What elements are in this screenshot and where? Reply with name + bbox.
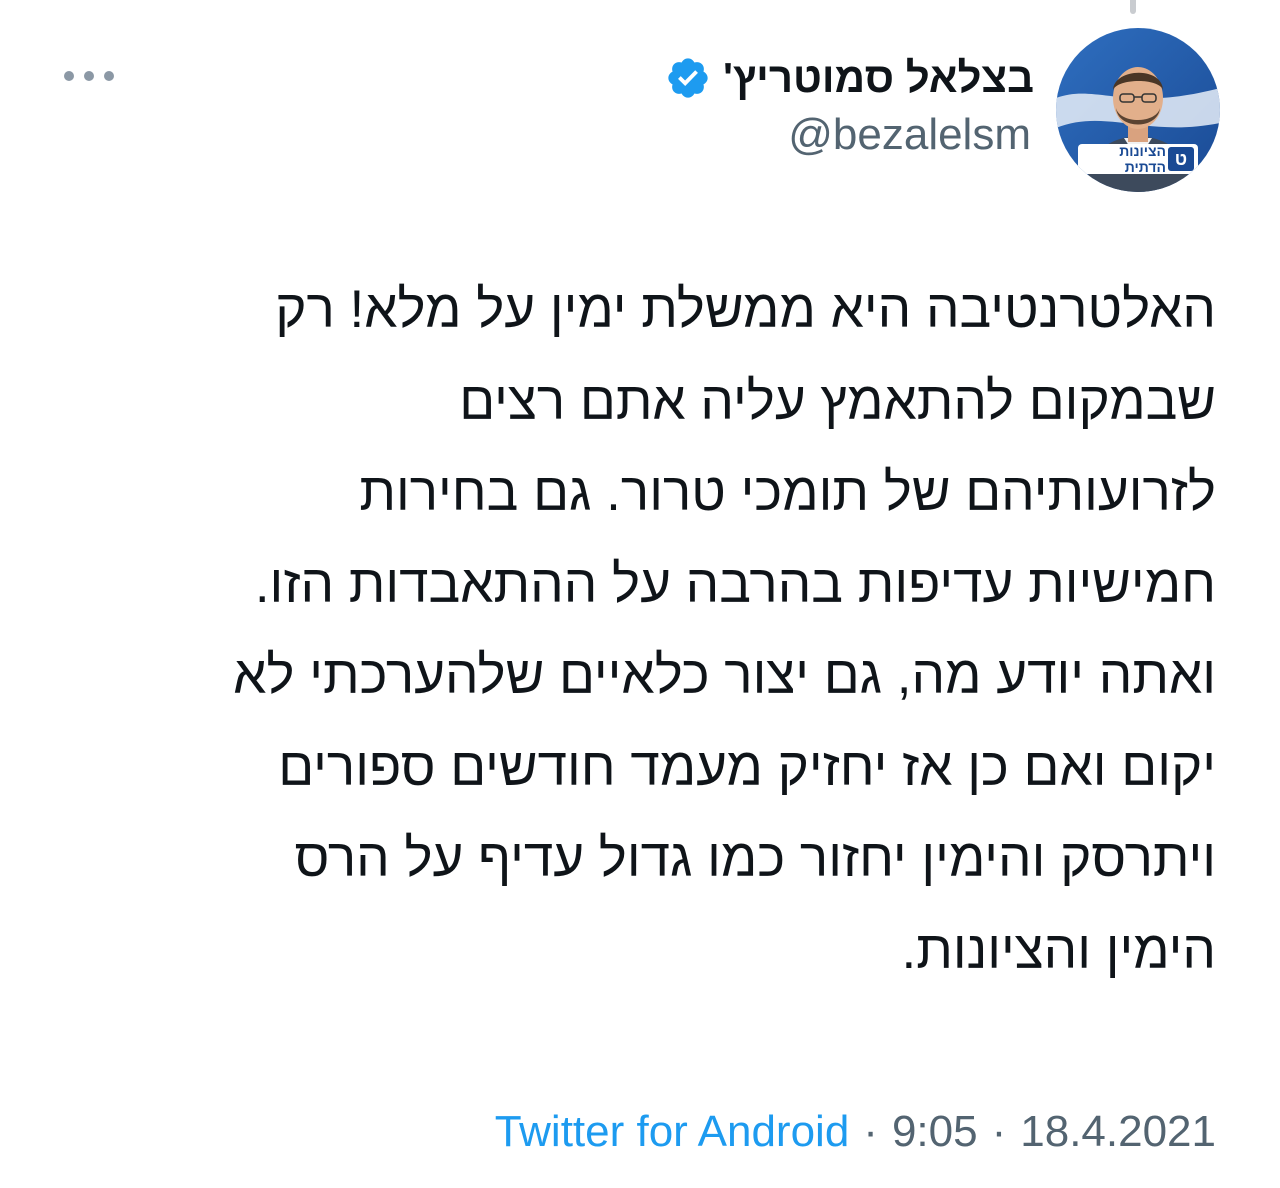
avatar-party-logo: הציונות הדתית: [1119, 143, 1166, 175]
tweet-text-line: האלטרנטיבה היא ממשלת ימין על מלא! רק: [275, 280, 1216, 339]
top-edge-fragment: [1130, 0, 1136, 14]
avatar-party-letter: ט: [1174, 148, 1188, 169]
verified-badge-icon: [668, 58, 708, 98]
meta-separator: ·: [991, 1107, 1007, 1156]
more-options-button[interactable]: [64, 64, 114, 88]
source-link[interactable]: Twitter for Android: [495, 1107, 850, 1157]
tweet-text-line: יקום ואם כן אז יחזיק מעמד חודשים ספורים: [278, 737, 1216, 797]
tweet-text-line: ויתרסק והימין יחזור כמו גדול עדיף על הרס: [294, 829, 1216, 888]
tweet-date[interactable]: 18.4.2021: [1020, 1107, 1216, 1157]
more-dot-icon: [64, 71, 74, 81]
display-name: בצלאל סמוטריץ': [723, 54, 1034, 101]
tweet-time[interactable]: 9:05: [892, 1107, 978, 1157]
meta-separator: ·: [863, 1107, 878, 1156]
tweet-text: האלטרנטיבה היא ממשלת ימין על מלא! רק שבמ…: [90, 264, 1216, 996]
user-handle[interactable]: @bezalelsm: [788, 110, 1031, 160]
author-name-row[interactable]: בצלאל סמוטריץ': [665, 50, 1034, 106]
tweet-text-line: הימין והציונות.: [901, 920, 1216, 980]
tweet-meta: Twitter for Android · 9:05 · 18.4.2021: [495, 1102, 1216, 1162]
tweet-text-line: שבמקום להתאמץ עליה אתם רצים: [459, 371, 1216, 431]
avatar[interactable]: הציונות הדתית ט: [1056, 28, 1220, 192]
more-dot-icon: [104, 71, 114, 81]
tweet-text-line: חמישיות עדיפות בהרבה על ההתאבדות הזו.: [254, 554, 1216, 614]
tweet-text-line: לזרועותיהם של תומכי טרור. גם בחירות: [359, 463, 1216, 522]
tweet-text-line: ואתה יודע מה, גם יצור כלאיים שלהערכתי לא: [233, 646, 1216, 705]
more-dot-icon: [84, 71, 94, 81]
